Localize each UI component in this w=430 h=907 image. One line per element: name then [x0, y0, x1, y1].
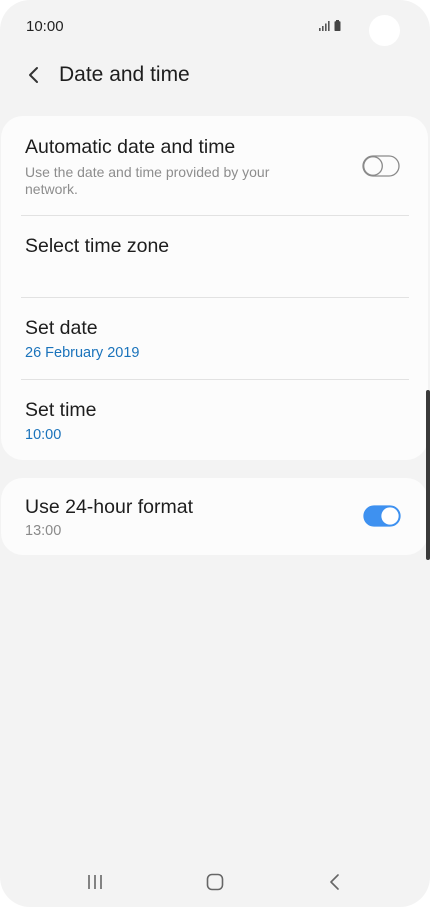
status-icons	[319, 20, 341, 31]
back-button[interactable]	[20, 60, 48, 90]
use-24-hour-format-title: Use 24-hour format	[25, 496, 193, 518]
phone-screen: 10:00 Date and time Automatic date and t…	[0, 0, 430, 907]
settings-card-format: Use 24-hour format 13:00	[1, 478, 428, 555]
automatic-date-time-toggle[interactable]	[362, 155, 400, 177]
set-date-title: Set date	[25, 317, 98, 339]
back-icon	[330, 874, 339, 890]
set-date-row[interactable]: Set date 26 February 2019	[1, 298, 428, 379]
camera-cutout	[369, 15, 400, 46]
automatic-date-time-title: Automatic date and time	[25, 136, 236, 158]
set-time-row[interactable]: Set time 10:00	[1, 380, 428, 460]
status-bar: 10:00	[0, 0, 430, 54]
home-icon	[206, 873, 224, 891]
page-title: Date and time	[59, 63, 190, 86]
status-time: 10:00	[26, 18, 64, 35]
use-24-hour-format-value: 13:00	[25, 523, 62, 539]
set-date-value: 26 February 2019	[25, 345, 140, 361]
home-button[interactable]	[202, 870, 228, 894]
automatic-date-time-row[interactable]: Automatic date and time Use the date and…	[1, 116, 428, 215]
signal-icon	[319, 21, 330, 31]
app-header: Date and time	[0, 54, 430, 98]
set-time-title: Set time	[25, 399, 97, 421]
automatic-date-time-subtitle: Use the date and time provided by your n…	[25, 164, 270, 197]
use-24-hour-format-toggle[interactable]	[363, 505, 401, 527]
navigation-bar	[0, 858, 430, 907]
scroll-indicator[interactable]	[426, 390, 430, 560]
select-time-zone-row[interactable]: Select time zone	[1, 216, 428, 297]
use-24-hour-format-row[interactable]: Use 24-hour format 13:00	[1, 478, 428, 555]
recent-apps-button[interactable]	[82, 870, 108, 894]
battery-icon	[334, 20, 341, 31]
select-time-zone-title: Select time zone	[25, 235, 170, 257]
nav-back-button[interactable]	[322, 870, 348, 894]
set-time-value: 10:00	[25, 427, 62, 443]
chevron-left-icon	[29, 67, 38, 83]
recent-apps-icon	[88, 875, 102, 889]
settings-card-main: Automatic date and time Use the date and…	[1, 116, 428, 460]
